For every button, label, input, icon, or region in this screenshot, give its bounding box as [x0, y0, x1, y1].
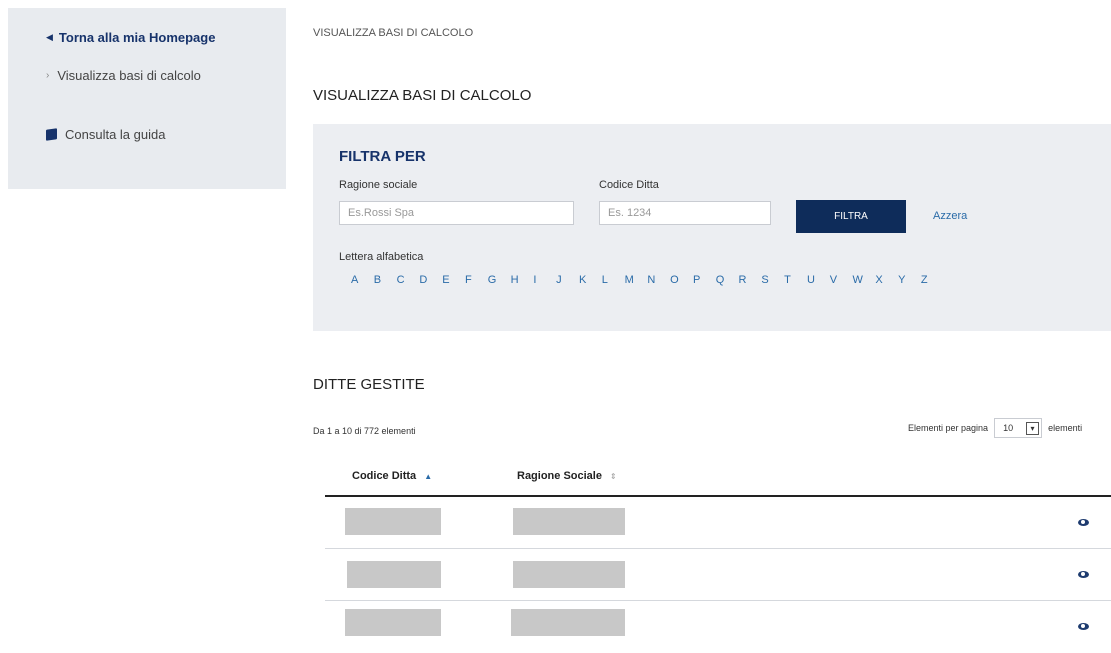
redacted-codice-cell	[345, 508, 441, 535]
azzera-link[interactable]: Azzera	[933, 210, 967, 222]
column-header-label: Codice Ditta	[352, 470, 417, 482]
letter-i[interactable]: I	[533, 274, 556, 286]
sidebar: ◀ Torna alla mia Homepage › Visualizza b…	[8, 8, 286, 189]
letter-z[interactable]: Z	[921, 274, 944, 286]
sort-asc-icon: ▲	[424, 471, 433, 481]
letter-h[interactable]: H	[511, 274, 534, 286]
per-page-value: 10	[1003, 423, 1014, 433]
letter-r[interactable]: R	[739, 274, 762, 286]
letter-l[interactable]: L	[602, 274, 625, 286]
codice-ditta-label: Codice Ditta	[599, 179, 659, 191]
letter-s[interactable]: S	[761, 274, 784, 286]
letter-c[interactable]: C	[397, 274, 420, 286]
letter-q[interactable]: Q	[716, 274, 739, 286]
per-page-label: Elementi per pagina	[908, 423, 989, 433]
letter-y[interactable]: Y	[898, 274, 921, 286]
column-header-codice-ditta[interactable]: Codice Ditta ▲	[352, 470, 432, 482]
per-page-suffix: elementi	[1048, 423, 1083, 433]
results-count: Da 1 a 10 di 772 elementi	[313, 426, 416, 436]
letter-k[interactable]: K	[579, 274, 602, 286]
redacted-codice-cell	[347, 561, 441, 588]
filter-panel: FILTRA PER Ragione sociale Codice Ditta …	[313, 124, 1111, 331]
ragione-sociale-label: Ragione sociale	[339, 179, 418, 191]
letter-v[interactable]: V	[830, 274, 853, 286]
letter-u[interactable]: U	[807, 274, 830, 286]
redacted-ragione-cell	[511, 609, 625, 636]
letter-e[interactable]: E	[442, 274, 465, 286]
letter-t[interactable]: T	[784, 274, 807, 286]
table-row	[325, 549, 1111, 601]
letter-j[interactable]: J	[556, 274, 579, 286]
back-to-homepage-label: Torna alla mia Homepage	[58, 30, 216, 45]
chevron-right-icon: ›	[46, 70, 50, 81]
redacted-ragione-cell	[513, 508, 625, 535]
table-row	[325, 497, 1111, 549]
letter-n[interactable]: N	[647, 274, 670, 286]
letter-w[interactable]: W	[853, 274, 876, 286]
lettera-alfabetica-label: Lettera alfabetica	[339, 251, 424, 263]
letter-o[interactable]: O	[670, 274, 693, 286]
letter-g[interactable]: G	[488, 274, 511, 286]
letter-d[interactable]: D	[419, 274, 442, 286]
letter-p[interactable]: P	[693, 274, 716, 286]
letter-a[interactable]: A	[351, 274, 374, 286]
redacted-codice-cell	[345, 609, 441, 636]
book-icon	[46, 128, 57, 141]
letter-x[interactable]: X	[875, 274, 898, 286]
back-to-homepage-link[interactable]: ◀ Torna alla mia Homepage	[46, 30, 215, 45]
sidebar-item-label: Visualizza basi di calcolo	[57, 68, 201, 83]
alphabet-filter: A B C D E F G H I J K L M N O P Q R S T …	[351, 274, 944, 286]
sidebar-item-visualizza[interactable]: › Visualizza basi di calcolo	[46, 68, 201, 83]
ditte-gestite-title: DITTE GESTITE	[313, 376, 425, 393]
caret-left-icon: ◀	[46, 32, 53, 42]
per-page-select[interactable]: 10 ▾	[994, 418, 1043, 438]
breadcrumb: VISUALIZZA BASI DI CALCOLO	[313, 27, 474, 39]
column-header-ragione-sociale[interactable]: Ragione Sociale ⇕	[517, 470, 617, 482]
per-page-control: Elementi per pagina 10 ▾ elementi	[908, 418, 1082, 438]
eye-icon[interactable]	[1078, 623, 1089, 630]
page-title: VISUALIZZA BASI DI CALCOLO	[313, 87, 532, 104]
letter-b[interactable]: B	[374, 274, 397, 286]
ragione-sociale-input[interactable]	[339, 201, 574, 225]
guide-link[interactable]: Consulta la guida	[46, 127, 165, 142]
chevron-down-icon: ▾	[1026, 421, 1040, 435]
eye-icon[interactable]	[1078, 571, 1089, 578]
letter-m[interactable]: M	[625, 274, 648, 286]
codice-ditta-input[interactable]	[599, 201, 771, 225]
letter-f[interactable]: F	[465, 274, 488, 286]
guide-label: Consulta la guida	[65, 127, 166, 142]
filtra-button[interactable]: FILTRA	[796, 200, 906, 233]
filter-title: FILTRA PER	[339, 148, 426, 165]
table-row	[325, 601, 1111, 653]
column-header-label: Ragione Sociale	[517, 470, 602, 482]
eye-icon[interactable]	[1078, 519, 1089, 526]
sort-both-icon: ⇕	[609, 471, 617, 481]
redacted-ragione-cell	[513, 561, 625, 588]
